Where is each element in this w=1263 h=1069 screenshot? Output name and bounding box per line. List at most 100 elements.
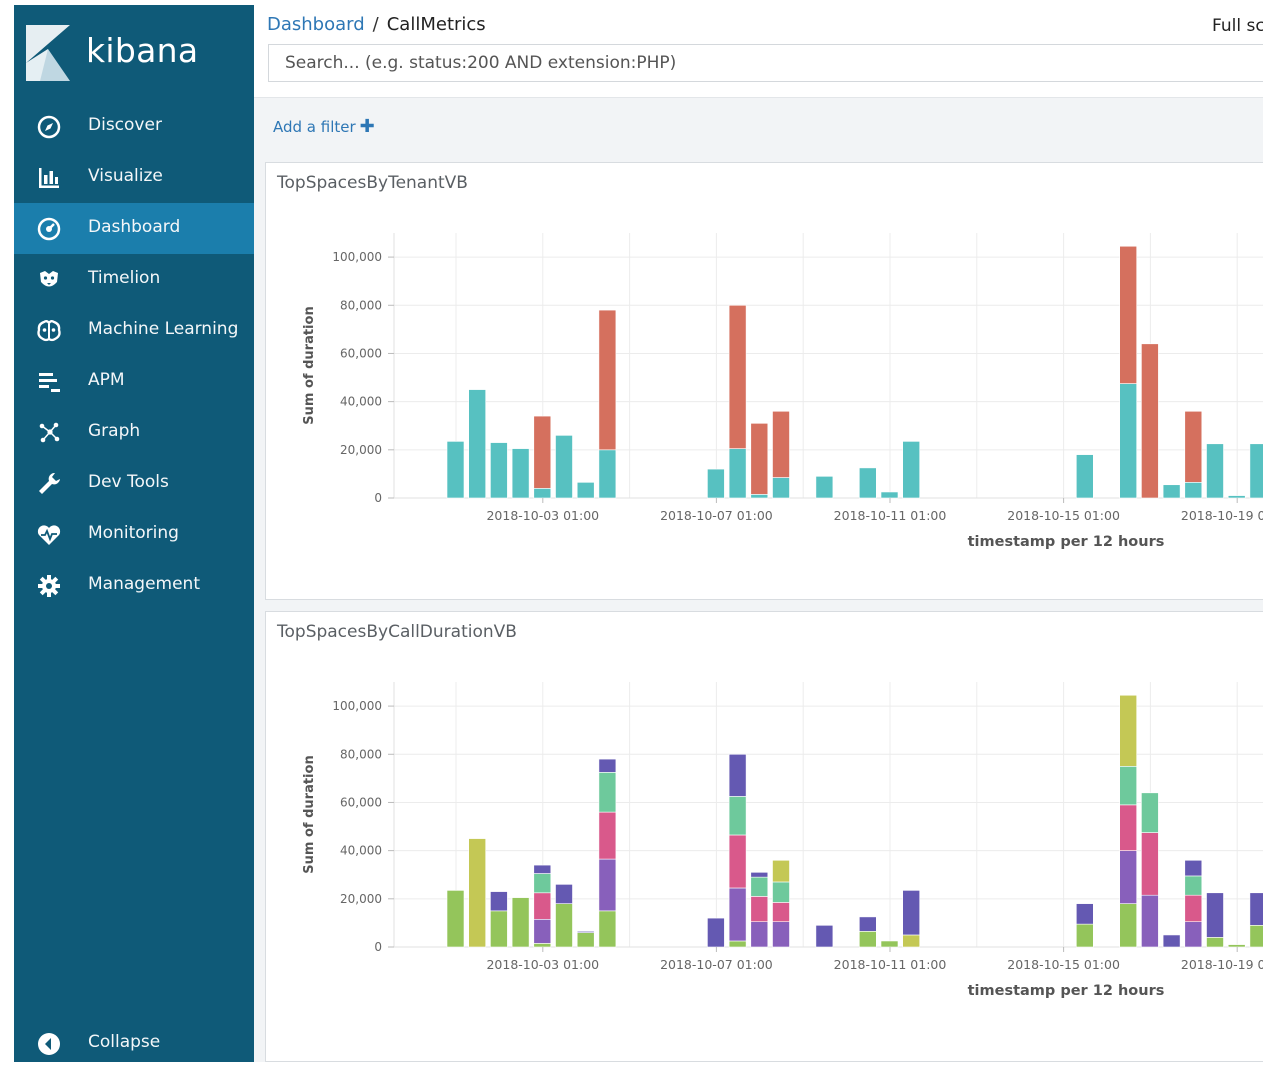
bar-segment[interactable] <box>1206 937 1224 948</box>
bar-segment[interactable] <box>598 309 617 451</box>
bar-segment[interactable] <box>1075 454 1094 499</box>
bar-segment[interactable] <box>858 916 877 932</box>
bar-segment[interactable] <box>1141 343 1159 499</box>
bar-segment[interactable] <box>533 864 552 874</box>
bar-segment[interactable] <box>815 476 834 499</box>
bar-segment[interactable] <box>1184 875 1203 896</box>
bar-segment[interactable] <box>533 415 552 489</box>
bar-segment[interactable] <box>772 921 790 948</box>
bar-segment[interactable] <box>468 838 486 948</box>
bar-segment[interactable] <box>1119 245 1138 384</box>
bar-segment[interactable] <box>772 859 790 883</box>
bar-segment[interactable] <box>511 897 530 948</box>
bar-segment[interactable] <box>490 910 508 948</box>
bar-segment[interactable] <box>772 410 790 478</box>
brand[interactable]: kibana <box>14 5 254 100</box>
search-input[interactable] <box>268 44 1263 82</box>
sidebar-item-visualize[interactable]: Visualize <box>14 152 254 203</box>
bar-segment[interactable] <box>1184 921 1203 948</box>
bar-segment[interactable] <box>728 940 747 948</box>
bar-segment[interactable] <box>880 940 899 948</box>
bar-segment[interactable] <box>902 441 921 499</box>
bar-segment[interactable] <box>728 834 747 889</box>
bar-segment[interactable] <box>1206 443 1224 499</box>
bar-segment[interactable] <box>772 881 790 903</box>
bar-segment[interactable] <box>598 811 617 860</box>
bar-segment[interactable] <box>728 304 747 449</box>
sidebar-item-apm[interactable]: APM <box>14 356 254 407</box>
bar-segment[interactable] <box>446 441 465 499</box>
sidebar-item-timelion[interactable]: Timelion <box>14 254 254 305</box>
bar-segment[interactable] <box>1249 925 1263 948</box>
bar-segment[interactable] <box>750 872 769 878</box>
sidebar-item-dev-tools[interactable]: Dev Tools <box>14 458 254 509</box>
bar-segment[interactable] <box>533 918 552 944</box>
bar-segment[interactable] <box>490 891 508 912</box>
full-screen-button[interactable]: Full sc <box>1212 16 1263 36</box>
bar-segment[interactable] <box>598 449 617 499</box>
bar-segment[interactable] <box>446 890 465 948</box>
bar-segment[interactable] <box>1206 892 1224 938</box>
bar-segment[interactable] <box>728 753 747 797</box>
bar-segment[interactable] <box>815 925 834 948</box>
breadcrumb-dashboard-link[interactable]: Dashboard <box>267 14 365 35</box>
bar-segment[interactable] <box>555 884 573 904</box>
sidebar-item-dashboard[interactable]: Dashboard <box>14 203 254 254</box>
bar-segment[interactable] <box>598 910 617 948</box>
bar-segment[interactable] <box>902 890 921 936</box>
bar-segment[interactable] <box>576 932 595 948</box>
bar-segment[interactable] <box>707 917 725 948</box>
bar-segment[interactable] <box>576 931 595 933</box>
bar-segment[interactable] <box>533 488 552 499</box>
bar-segment[interactable] <box>707 468 725 499</box>
bar-segment[interactable] <box>750 423 769 495</box>
bar-segment[interactable] <box>750 876 769 897</box>
bar-segment[interactable] <box>1249 892 1263 926</box>
bar-segment[interactable] <box>1184 894 1203 923</box>
add-filter-button[interactable]: Add a filter ✚ <box>273 116 375 137</box>
bar-segment[interactable] <box>750 896 769 923</box>
bar-segment[interactable] <box>511 448 530 499</box>
bar-segment[interactable] <box>1184 859 1203 877</box>
sidebar-item-management[interactable]: Management <box>14 560 254 611</box>
bar-segment[interactable] <box>598 772 617 813</box>
bar-segment[interactable] <box>772 477 790 499</box>
sidebar-item-discover[interactable]: Discover <box>14 101 254 152</box>
bar-segment[interactable] <box>533 943 552 948</box>
bar-segment[interactable] <box>772 902 790 923</box>
bar-segment[interactable] <box>1141 894 1159 948</box>
bar-segment[interactable] <box>533 873 552 894</box>
bar-segment[interactable] <box>750 494 769 499</box>
collapse-button[interactable]: Collapse <box>14 1018 254 1069</box>
bar-segment[interactable] <box>858 931 877 948</box>
bar-segment[interactable] <box>750 921 769 948</box>
bar-segment[interactable] <box>555 435 573 499</box>
bar-segment[interactable] <box>1119 850 1138 904</box>
sidebar-item-graph[interactable]: Graph <box>14 407 254 458</box>
bar-segment[interactable] <box>1227 495 1246 499</box>
bar-segment[interactable] <box>728 796 747 836</box>
bar-segment[interactable] <box>1162 484 1181 499</box>
sidebar-item-monitoring[interactable]: Monitoring <box>14 509 254 560</box>
bar-segment[interactable] <box>533 892 552 920</box>
bar-segment[interactable] <box>1119 694 1138 767</box>
bar-segment[interactable] <box>1119 903 1138 948</box>
bar-segment[interactable] <box>555 903 573 948</box>
bar-segment[interactable] <box>1119 383 1138 499</box>
bar-segment[interactable] <box>490 442 508 499</box>
bar-segment[interactable] <box>728 887 747 942</box>
bar-segment[interactable] <box>858 467 877 499</box>
bar-segment[interactable] <box>728 448 747 499</box>
bar-segment[interactable] <box>1075 903 1094 925</box>
bar-segment[interactable] <box>1249 443 1263 499</box>
bar-segment[interactable] <box>1141 832 1159 896</box>
bar-segment[interactable] <box>902 934 921 948</box>
bar-segment[interactable] <box>1119 766 1138 806</box>
bar-segment[interactable] <box>576 482 595 499</box>
bar-segment[interactable] <box>1184 410 1203 483</box>
bar-segment[interactable] <box>468 389 486 499</box>
bar-segment[interactable] <box>1184 482 1203 499</box>
bar-segment[interactable] <box>1119 804 1138 851</box>
bar-segment[interactable] <box>1075 923 1094 948</box>
bar-segment[interactable] <box>598 858 617 912</box>
